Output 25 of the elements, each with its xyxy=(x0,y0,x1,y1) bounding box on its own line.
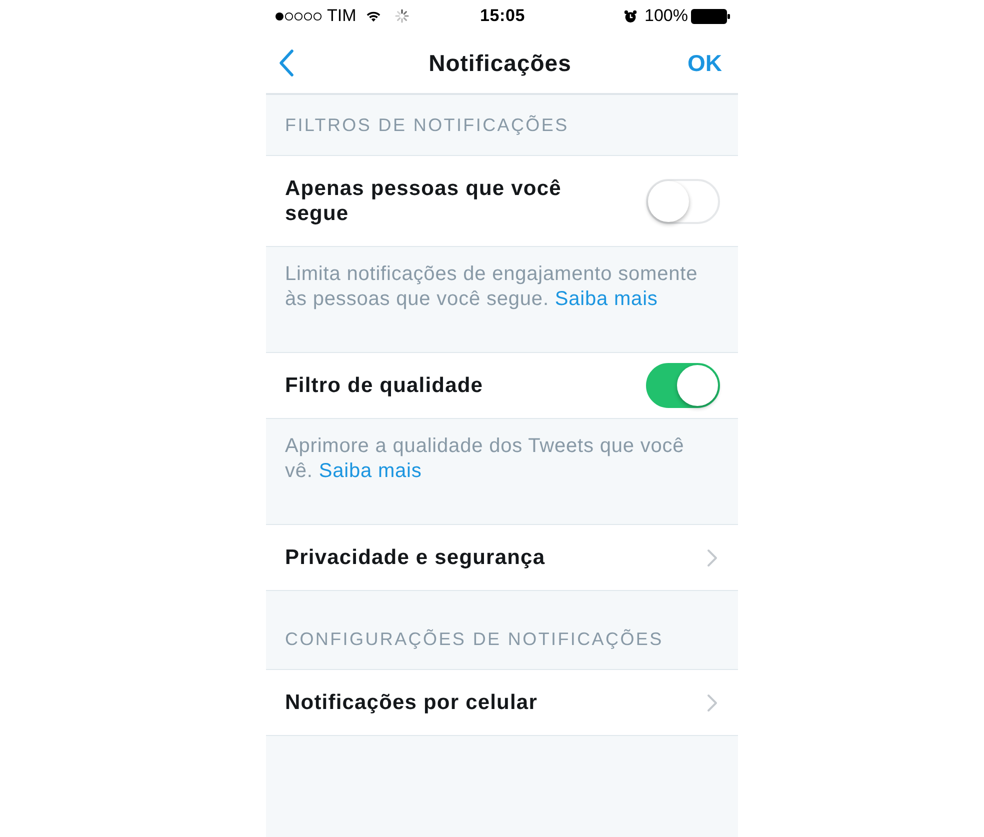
learn-more-link[interactable]: Saiba mais xyxy=(318,460,422,482)
carrier-name: TIM xyxy=(327,6,356,26)
clock-time: 15:05 xyxy=(480,6,525,26)
signal-strength-icon xyxy=(275,12,323,20)
loading-spinner-icon xyxy=(395,9,410,23)
toggle-switch[interactable] xyxy=(646,363,720,408)
settings-row[interactable]: Notificações por celular xyxy=(266,669,738,736)
chevron-right-icon xyxy=(707,694,718,712)
description-text: Aprimore a qualidade dos Tweets que você vê. Saiba mais xyxy=(285,434,686,484)
back-button[interactable] xyxy=(278,48,294,76)
learn-more-link[interactable]: Saiba mais xyxy=(554,288,658,310)
alarm-clock-icon xyxy=(624,10,637,22)
section-header: FILTROS DE NOTIFICAÇÕES xyxy=(285,115,569,135)
description-text: Limita notificações de engajamento somente às pessoas que você segue. Saiba mais xyxy=(285,262,699,312)
settings-row[interactable]: Privacidade e segurança xyxy=(266,524,738,591)
toggle-label: Apenas pessoas que você segue xyxy=(285,176,562,226)
section-header: CONFIGURAÇÕES DE NOTIFICAÇÕES xyxy=(285,629,664,649)
wifi-icon xyxy=(366,10,382,22)
screen-title: Notificações xyxy=(428,48,572,76)
toggle-label: Filtro de qualidade xyxy=(285,373,484,398)
battery-icon xyxy=(691,8,730,24)
battery-percentage: 100% xyxy=(644,6,688,26)
chevron-right-icon xyxy=(707,548,718,566)
ok-button[interactable]: OK xyxy=(688,48,722,76)
chevron-left-icon xyxy=(278,48,294,76)
